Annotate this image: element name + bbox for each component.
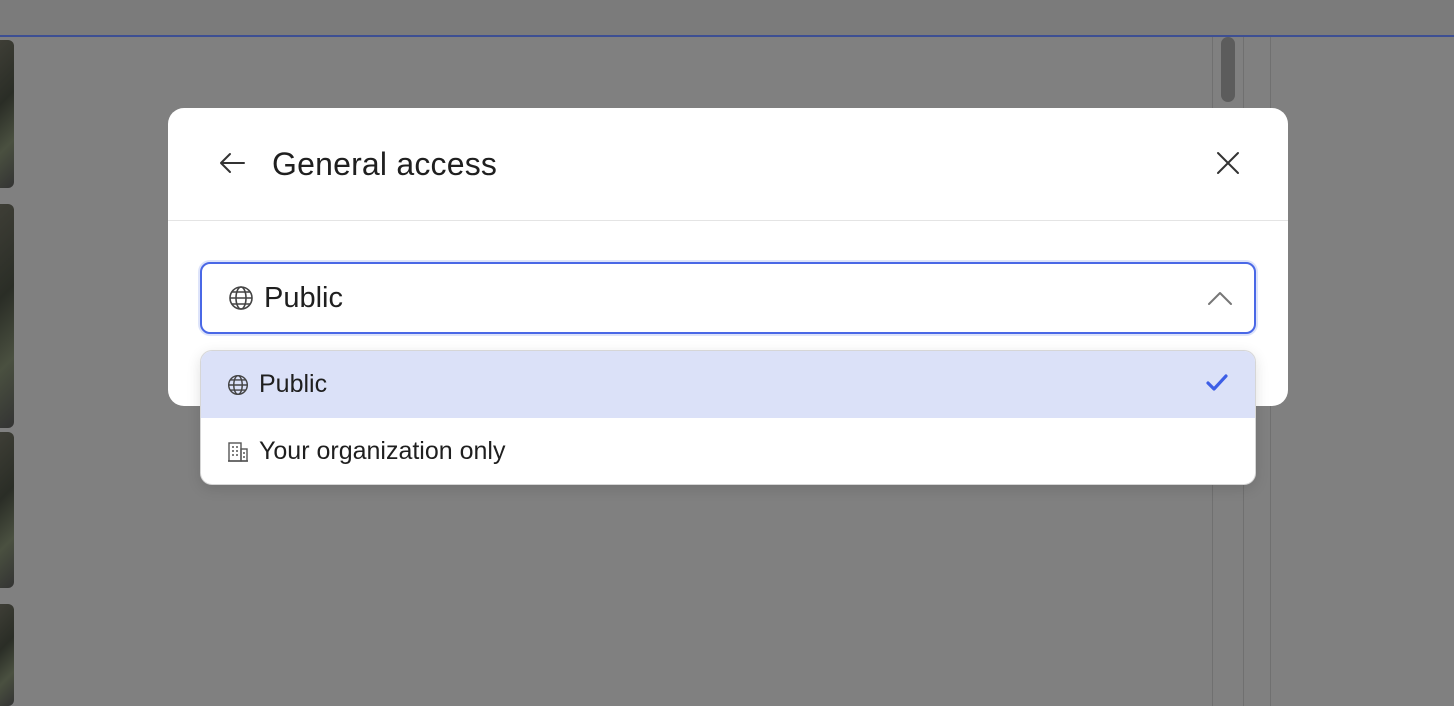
background-thumbnail — [0, 432, 14, 588]
background-scrollbar — [1221, 37, 1235, 102]
dialog-header: General access — [168, 108, 1288, 221]
option-label: Public — [259, 370, 328, 398]
building-icon — [227, 441, 249, 463]
globe-icon — [227, 374, 249, 396]
background-thumbnail — [0, 604, 14, 706]
arrow-left-icon — [218, 151, 246, 180]
dialog-title: General access — [272, 146, 498, 182]
access-select[interactable]: Public — [200, 262, 1256, 334]
option-label: Your organization only — [259, 437, 506, 465]
background-thumbnail — [0, 204, 14, 428]
checkmark-icon — [1205, 371, 1229, 395]
access-select-value: Public — [264, 281, 343, 314]
close-icon — [1216, 151, 1240, 180]
back-button[interactable] — [212, 145, 252, 185]
globe-icon — [228, 285, 254, 311]
close-button[interactable] — [1208, 145, 1248, 185]
background-thumbnail — [0, 40, 14, 188]
option-your-organization-only[interactable]: Your organization only — [201, 418, 1255, 484]
option-public[interactable]: Public — [201, 351, 1255, 418]
chevron-up-icon — [1206, 286, 1234, 310]
background-toolbar — [0, 0, 1454, 37]
access-options-list: Public Your organization only — [200, 350, 1256, 485]
